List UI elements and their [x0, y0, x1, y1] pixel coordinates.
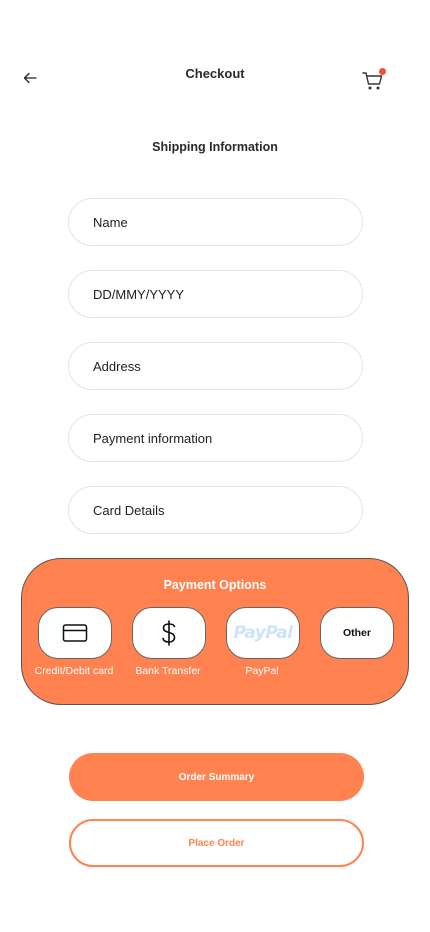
paypal-logo: PayPal — [233, 623, 293, 643]
bank-transfer-option-label: Bank Transfer — [135, 665, 201, 677]
payment-options-title: Payment Options — [163, 578, 267, 592]
order-summary-button[interactable]: Order Summary — [69, 753, 364, 801]
name-field[interactable] — [68, 198, 363, 246]
payment-options-panel: Payment Options Credit/Debit card Bank T… — [21, 558, 409, 705]
paypal-option-label: PayPal — [245, 665, 279, 677]
card-details-field[interactable] — [68, 486, 363, 534]
credit-debit-option-label: Credit/Debit card — [34, 665, 114, 677]
checkout-screen: Checkout Shipping Information Payment Op… — [0, 0, 430, 932]
payment-information-field[interactable] — [68, 414, 363, 462]
shipping-information-heading: Shipping Information — [152, 140, 278, 154]
cart-notification-dot — [379, 68, 386, 75]
date-of-birth-field[interactable] — [68, 270, 363, 318]
dollar-icon — [162, 620, 176, 646]
credit-debit-option-button[interactable] — [38, 607, 112, 659]
other-option-button[interactable]: Other — [320, 607, 394, 659]
address-field[interactable] — [68, 342, 363, 390]
credit-card-icon — [62, 624, 88, 642]
other-option-label: Other — [342, 627, 371, 639]
cart-button[interactable] — [360, 66, 388, 94]
paypal-option-button[interactable]: PayPal — [226, 607, 300, 659]
bank-transfer-option-button[interactable] — [132, 607, 206, 659]
place-order-button[interactable]: Place Order — [69, 819, 364, 867]
